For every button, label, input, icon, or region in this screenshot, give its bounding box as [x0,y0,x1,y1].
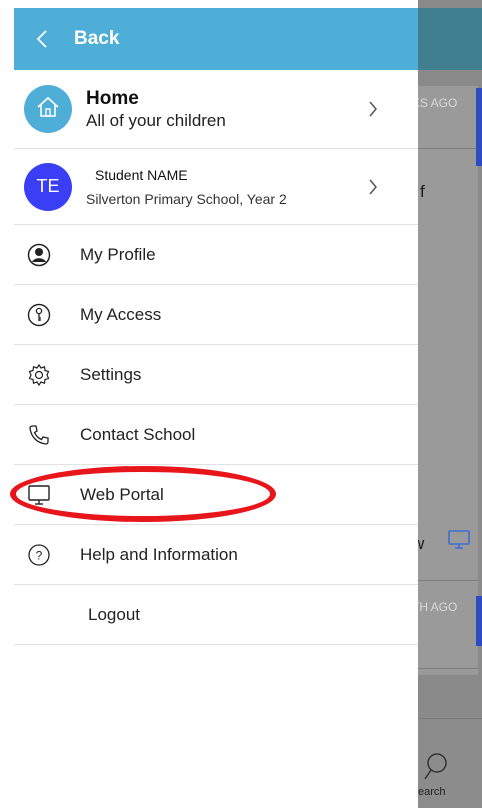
key-icon [26,302,52,328]
menu-item-settings[interactable]: Settings [14,345,418,405]
background-header [418,8,482,70]
background-app: KS AGO f w TH AGO earch [418,0,482,808]
divider [418,668,478,669]
background-accent-bar [476,596,482,646]
menu-item-label: My Profile [80,244,156,264]
annotation-highlight-ellipse [10,466,276,522]
monitor-icon [448,530,470,555]
home-icon [36,96,60,123]
back-button[interactable]: Back [74,28,119,50]
student-avatar: TE [24,162,72,211]
chevron-right-icon [362,100,384,118]
home-row[interactable]: Home All of your children [14,70,418,149]
student-row[interactable]: TE Student NAME Silverton Primary School… [14,149,418,225]
help-icon: ? [26,542,52,568]
drawer-header: Back [14,8,418,70]
gear-icon [26,362,52,388]
menu-item-logout[interactable]: Logout [14,585,418,645]
phone-icon [26,422,52,448]
home-avatar [24,85,72,133]
home-subtitle: All of your children [86,110,226,130]
menu-item-label: Help and Information [80,544,238,564]
menu-item-my-profile[interactable]: My Profile [14,225,418,285]
menu-item-contact-school[interactable]: Contact School [14,405,418,465]
search-tab-label: earch [418,786,446,798]
divider [418,148,478,149]
background-text: w [418,534,425,553]
navigation-drawer: Back Home All of your children TE Studen… [0,0,418,808]
student-name: Student NAME [95,166,188,183]
background-accent-bar [476,88,482,166]
background-time-text: TH AGO [418,600,458,614]
menu-item-my-access[interactable]: My Access [14,285,418,345]
logout-button: Logout [88,604,140,624]
chevron-right-icon [362,178,384,196]
menu-item-label: Contact School [80,424,196,444]
back-chevron-icon[interactable] [30,27,54,51]
divider [418,580,478,581]
search-icon [424,752,450,787]
menu-item-label: My Access [80,304,162,324]
home-title: Home [86,87,139,109]
profile-icon [26,242,52,268]
svg-text:?: ? [36,548,43,562]
menu-item-help[interactable]: ? Help and Information [14,525,418,585]
background-time-text: KS AGO [418,96,458,110]
background-text: f [420,182,425,201]
menu-item-label: Settings [80,364,142,384]
student-school: Silverton Primary School, Year 2 [86,190,287,207]
